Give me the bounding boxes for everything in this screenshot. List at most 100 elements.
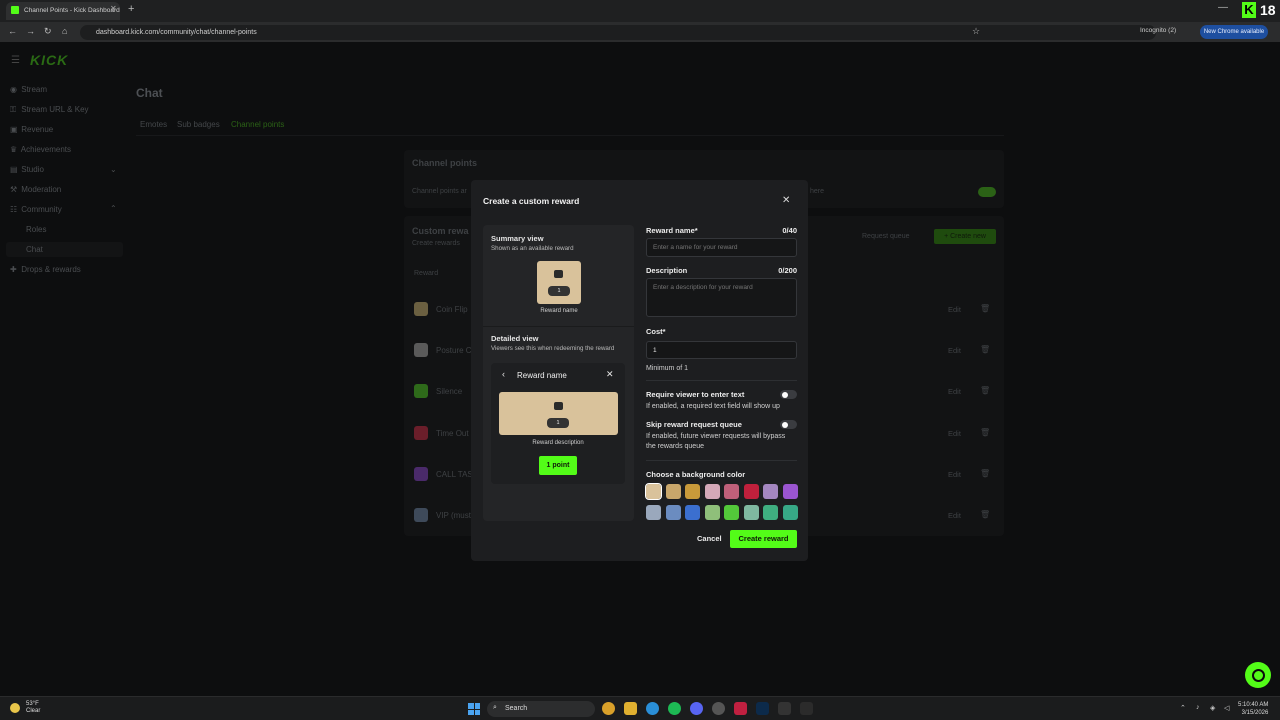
- reward-name: Time Out: [436, 429, 469, 438]
- color-swatch[interactable]: [763, 505, 778, 520]
- spotify-icon[interactable]: [668, 702, 681, 715]
- channel-points-toggle[interactable]: [978, 187, 996, 197]
- trash-icon[interactable]: 🗑: [980, 304, 990, 313]
- skip-queue-toggle[interactable]: [780, 420, 797, 429]
- close-tab-icon[interactable]: ✕: [110, 4, 117, 13]
- tab-channel-points[interactable]: Channel points: [231, 120, 284, 129]
- edit-button[interactable]: Edit: [948, 305, 961, 314]
- sidebar-item-stream-url[interactable]: ⚿ Stream URL & Key: [10, 105, 89, 115]
- custom-rewards-title: Custom rewa: [412, 226, 469, 236]
- close-icon[interactable]: ✕: [782, 195, 790, 206]
- kick-logo[interactable]: KICK: [30, 52, 68, 68]
- search-icon: ⌕: [493, 704, 497, 711]
- help-chat-button[interactable]: [1245, 662, 1271, 688]
- network-icon[interactable]: ◈: [1210, 704, 1215, 712]
- trash-icon[interactable]: 🗑: [980, 469, 990, 478]
- description-textarea[interactable]: [646, 278, 797, 317]
- color-swatch[interactable]: [704, 484, 720, 499]
- modal-title: Create a custom reward: [483, 196, 580, 206]
- color-swatch[interactable]: [685, 484, 700, 499]
- photoshop-icon[interactable]: [756, 702, 769, 715]
- adobe-icon[interactable]: [734, 702, 747, 715]
- reload-icon[interactable]: ↻: [44, 26, 52, 37]
- reward-name-input[interactable]: [646, 238, 797, 257]
- edge-icon[interactable]: [646, 702, 659, 715]
- description-counter: 0/200: [778, 266, 797, 275]
- skip-queue-help-line1: If enabled, future viewer requests will …: [646, 433, 786, 440]
- forward-arrow-icon[interactable]: →: [26, 26, 35, 36]
- tile-cost: 1: [548, 286, 570, 296]
- file-explorer-icon[interactable]: [624, 702, 637, 715]
- trash-icon[interactable]: 🗑: [980, 428, 990, 437]
- bookmark-star-icon[interactable]: ☆: [972, 26, 980, 37]
- chevron-down-icon[interactable]: ⌄: [110, 165, 117, 174]
- tab-sub-badges[interactable]: Sub badges: [177, 120, 220, 129]
- create-new-button[interactable]: + Create new: [934, 229, 996, 244]
- color-swatch[interactable]: [724, 484, 739, 499]
- edit-button[interactable]: Edit: [948, 429, 961, 438]
- incognito-indicator[interactable]: Incognito (2): [1140, 27, 1176, 34]
- new-tab-button[interactable]: +: [128, 3, 134, 15]
- sidebar-item-achievements[interactable]: ♛ Achievements: [10, 145, 71, 154]
- taskbar-search[interactable]: ⌕ Search: [487, 701, 595, 717]
- sidebar-item-chat[interactable]: Chat: [26, 245, 43, 254]
- sidebar-item-community[interactable]: ☷ Community: [10, 205, 62, 214]
- menu-icon[interactable]: ☰: [11, 55, 20, 66]
- color-swatch[interactable]: [665, 484, 681, 499]
- cancel-button[interactable]: Cancel: [697, 534, 722, 543]
- taskbar-search-label: Search: [505, 705, 528, 712]
- back-arrow-icon[interactable]: ←: [8, 26, 17, 36]
- home-icon[interactable]: ⌂: [62, 26, 67, 36]
- browser-tab[interactable]: Channel Points - Kick Dashboard: [6, 2, 120, 20]
- windows-start-icon[interactable]: [468, 703, 480, 715]
- sidebar-item-drops[interactable]: ✚ Drops & rewards: [10, 265, 81, 274]
- sidebar-item-moderation[interactable]: ⚒ Moderation: [10, 185, 61, 194]
- background-color-label: Choose a background color: [646, 470, 746, 479]
- color-swatch[interactable]: [704, 505, 720, 520]
- color-swatch[interactable]: [743, 484, 759, 499]
- sidebar-item-stream[interactable]: ◉ Stream: [10, 85, 47, 94]
- windows-taskbar: 53°F Clear ⌕ Search ⌃ ♪ ◈ ◁ 5:10:40 AM 3…: [0, 696, 1280, 720]
- terminal-icon[interactable]: [778, 702, 791, 715]
- color-swatch[interactable]: [782, 505, 798, 520]
- detail-reward-description: Reward description: [532, 440, 584, 446]
- color-swatch[interactable]: [782, 484, 798, 499]
- trash-icon[interactable]: 🗑: [980, 510, 990, 519]
- reward-name: Coin Flip: [436, 305, 468, 314]
- edit-button[interactable]: Edit: [948, 470, 961, 479]
- color-swatch[interactable]: [763, 484, 778, 499]
- minimize-window-button[interactable]: —: [1218, 2, 1228, 13]
- color-swatch[interactable]: [685, 505, 700, 520]
- sidebar-item-studio[interactable]: ▤ Studio: [10, 165, 44, 174]
- tray-chevron-icon[interactable]: ⌃: [1180, 704, 1186, 712]
- app-icon[interactable]: [800, 702, 813, 715]
- sidebar-item-roles[interactable]: Roles: [26, 225, 46, 234]
- edit-button[interactable]: Edit: [948, 511, 961, 520]
- trash-icon[interactable]: 🗑: [980, 386, 990, 395]
- mic-icon[interactable]: ♪: [1196, 704, 1200, 711]
- edit-button[interactable]: Edit: [948, 387, 961, 396]
- taskbar-clock[interactable]: 5:10:40 AM 3/15/2026: [1238, 701, 1268, 717]
- request-queue-link[interactable]: Request queue: [862, 233, 909, 240]
- color-swatch[interactable]: [665, 505, 681, 520]
- summary-view-title: Summary view: [491, 234, 544, 243]
- chevron-up-icon[interactable]: ⌃: [110, 204, 117, 213]
- sidebar-item-revenue[interactable]: ▣ Revenue: [10, 125, 53, 134]
- chrome-icon[interactable]: [602, 702, 615, 715]
- trash-icon[interactable]: 🗑: [980, 345, 990, 354]
- color-swatch[interactable]: [743, 505, 759, 520]
- volume-icon[interactable]: ◁: [1224, 704, 1229, 712]
- color-swatch[interactable]: [645, 483, 662, 500]
- obs-icon[interactable]: [712, 702, 725, 715]
- discord-icon[interactable]: [690, 702, 703, 715]
- url-bar[interactable]: dashboard.kick.com/community/chat/channe…: [80, 25, 1156, 40]
- create-reward-button[interactable]: Create reward: [730, 530, 797, 548]
- edit-button[interactable]: Edit: [948, 346, 961, 355]
- channel-points-title: Channel points: [412, 158, 477, 168]
- cost-input[interactable]: [646, 341, 797, 359]
- require-text-toggle[interactable]: [780, 390, 797, 399]
- color-swatch[interactable]: [646, 505, 661, 520]
- update-chrome-button[interactable]: New Chrome available: [1200, 25, 1268, 39]
- color-swatch[interactable]: [724, 505, 739, 520]
- tab-emotes[interactable]: Emotes: [140, 120, 167, 129]
